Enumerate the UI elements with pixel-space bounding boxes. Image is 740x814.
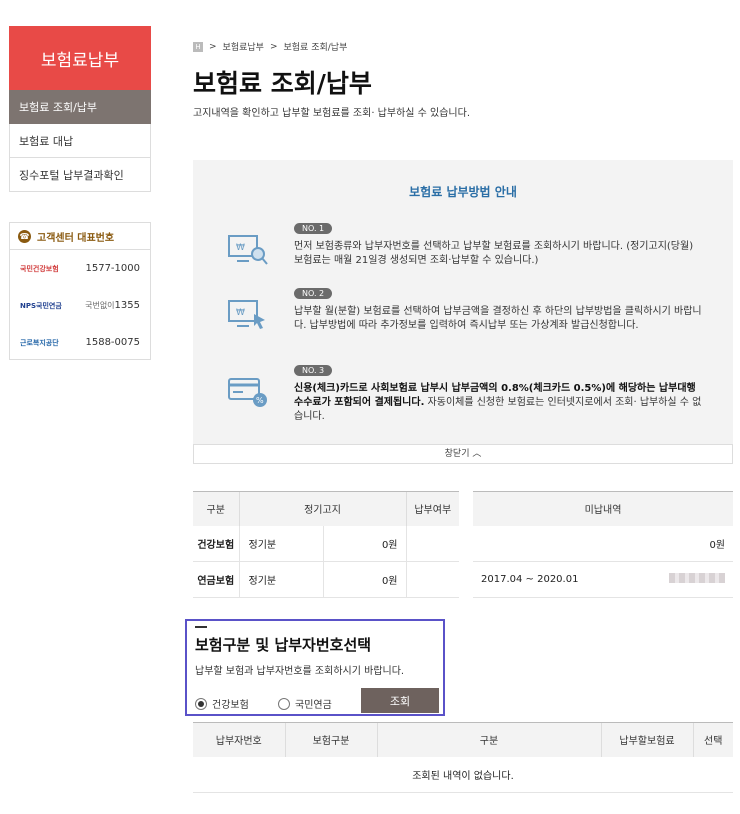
breadcrumb-item[interactable]: 보험료 조회/납부 <box>284 40 348 53</box>
callcenter-header: ☎ 고객센터 대표번호 <box>10 223 150 250</box>
column-header: 구분 <box>376 722 601 757</box>
unpaid-amount <box>603 561 733 598</box>
table-row: 0원 <box>473 525 733 562</box>
step-text: 신용(체크)카드로 사회보험료 납부시 납부금액의 0.8%(체크카드 0.5%… <box>294 382 704 424</box>
step-text: 납부할 월(분할) 보험료를 선택하여 납부금액을 결정하신 후 하단의 납부방… <box>294 306 702 331</box>
paid-status <box>405 561 459 598</box>
search-button[interactable]: 조회 <box>361 688 439 713</box>
table-row: 연금보험 정기분 0원 <box>193 561 459 598</box>
column-header: 선택 <box>692 722 733 757</box>
table-row: 건강보험 정기분 0원 <box>193 525 459 562</box>
monitor-click-icon: ₩ <box>228 300 265 329</box>
unpaid-period <box>473 525 603 562</box>
radio-label: 건강보험 <box>212 700 249 711</box>
billing-kind: 정기분 <box>238 561 323 598</box>
empty-message: 조회된 내역이 없습니다. <box>193 756 733 793</box>
column-header: 미납내역 <box>473 491 733 526</box>
selection-desc: 납부할 보험과 납부자번호를 조회하시기 바랍니다. <box>195 666 405 677</box>
column-header: 납부자번호 <box>193 722 285 757</box>
column-header: 보험구분 <box>284 722 377 757</box>
step-badge: NO. 3 <box>294 365 333 376</box>
guide-title: 보험료 납부방법 안내 <box>409 185 517 199</box>
svg-text:₩: ₩ <box>236 243 245 253</box>
sidebar-header: 보험료납부 <box>9 26 151 90</box>
insurance-type: 연금보험 <box>193 561 239 598</box>
summary-table: 구분 정기고지 납부여부 건강보험 정기분 0원 연금보험 정기분 0원 <box>193 491 459 598</box>
unpaid-table: 미납내역 0원 2017.04 ~ 2020.01 <box>473 491 733 598</box>
payment-guide-panel: 보험료 납부방법 안내 ₩ NO. 1 먼저 보험종류와 납부자번호를 선택하고… <box>193 160 733 444</box>
nps-number-prefix: 국번없이 <box>85 301 115 310</box>
table-row: 2017.04 ~ 2020.01 <box>473 561 733 598</box>
paid-status <box>405 525 459 562</box>
nhis-number: 1577-1000 <box>85 263 140 274</box>
insurance-type: 건강보험 <box>193 525 239 562</box>
table-row: 조회된 내역이 없습니다. <box>193 756 733 793</box>
nps-number: 국번없이1355 <box>85 300 140 311</box>
billing-amount: 0원 <box>322 525 406 562</box>
breadcrumb-separator: > <box>269 41 278 52</box>
results-table: 납부자번호 보험구분 구분 납부할보험료 선택 조회된 내역이 없습니다. <box>193 722 733 793</box>
page-subtitle: 고지내역을 확인하고 납부할 보험료를 조회· 납부하실 수 있습니다. <box>193 108 471 119</box>
billing-kind: 정기분 <box>238 525 323 562</box>
callcenter-title: 고객센터 대표번호 <box>37 232 115 244</box>
callcenter-row-nps: NPS국민연금 국번없이1355 <box>10 287 150 324</box>
svg-text:%: % <box>256 396 264 405</box>
radio-dot[interactable] <box>278 697 290 710</box>
nhis-logo: 국민건강보험 <box>20 264 59 273</box>
column-header: 정기고지 <box>238 491 406 526</box>
breadcrumb-separator: > <box>209 41 217 52</box>
billing-amount: 0원 <box>322 561 406 598</box>
insurance-selection-box: 보험구분 및 납부자번호선택 납부할 보험과 납부자번호를 조회하시기 바랍니다… <box>185 619 445 716</box>
radio-national-pension[interactable]: 국민연금 <box>278 696 332 711</box>
column-header: 납부여부 <box>405 491 459 526</box>
credit-card-icon: % <box>228 378 267 407</box>
page-title: 보험료 조회/납부 <box>193 69 372 98</box>
step-badge: NO. 1 <box>294 223 333 234</box>
close-guide-button[interactable]: 창닫기 ︿ <box>193 444 733 464</box>
callcenter-row-nhis: 국민건강보험 1577-1000 <box>10 250 150 287</box>
breadcrumb-item[interactable]: 보험료납부 <box>223 40 264 53</box>
breadcrumb: H > 보험료납부 > 보험료 조회/납부 <box>193 40 347 53</box>
unpaid-amount: 0원 <box>603 525 733 562</box>
step-text: 먼저 보험종류와 납부자번호를 선택하고 납부할 보험료를 조회하시기 바랍니다… <box>294 241 694 266</box>
radio-health-insurance[interactable]: 건강보험 <box>195 696 249 711</box>
home-icon[interactable]: H <box>193 41 203 52</box>
section-marker <box>195 626 207 628</box>
unpaid-period: 2017.04 ~ 2020.01 <box>473 561 603 598</box>
masked-amount <box>669 573 725 583</box>
sidebar-item-premium-inquiry[interactable]: 보험료 조회/납부 <box>9 90 151 124</box>
kcomwel-number: 1588-0075 <box>85 337 140 348</box>
column-header: 구분 <box>193 491 239 526</box>
column-header: 납부할보험료 <box>600 722 693 757</box>
svg-text:₩: ₩ <box>236 308 245 318</box>
selection-title: 보험구분 및 납부자번호선택 <box>195 636 372 654</box>
callcenter-row-kcomwel: 근로복지공단 1588-0075 <box>10 324 150 361</box>
kcomwel-logo: 근로복지공단 <box>20 338 59 347</box>
monitor-search-icon: ₩ <box>228 235 268 265</box>
sidebar-item-payment-result[interactable]: 징수포털 납부결과확인 <box>9 158 151 192</box>
callcenter-box: ☎ 고객센터 대표번호 국민건강보험 1577-1000 NPS국민연금 국번없… <box>9 222 151 360</box>
radio-label: 국민연금 <box>295 700 332 711</box>
nps-logo: NPS국민연금 <box>20 301 62 310</box>
sidebar: 보험료납부 보험료 조회/납부 보험료 대납 징수포털 납부결과확인 <box>9 26 151 192</box>
radio-dot[interactable] <box>195 697 207 710</box>
sidebar-item-proxy-payment[interactable]: 보험료 대납 <box>9 124 151 158</box>
nps-number-value: 1355 <box>114 300 140 311</box>
phone-icon: ☎ <box>18 229 31 243</box>
step-badge: NO. 2 <box>294 288 333 299</box>
